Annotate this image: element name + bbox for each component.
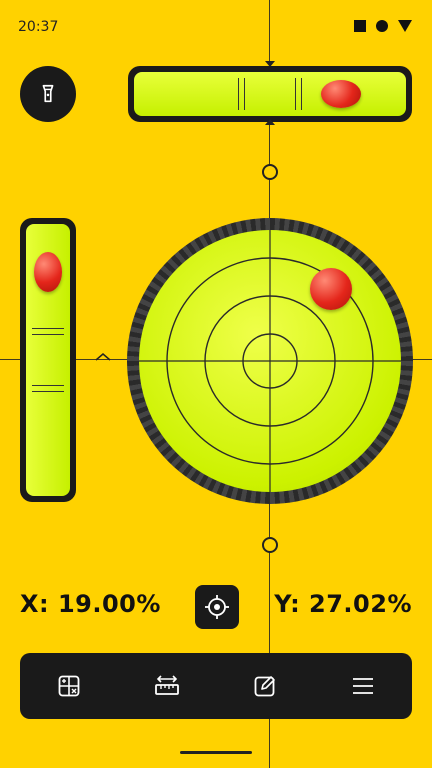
bullseye-level <box>139 230 401 492</box>
x-readout: X: 19.00% <box>20 590 161 618</box>
status-icons <box>354 20 412 32</box>
menu-icon <box>353 678 373 694</box>
level-tick <box>295 78 296 110</box>
vertical-level-tube <box>26 224 70 496</box>
horizontal-bubble <box>320 80 361 108</box>
vertical-level <box>20 218 76 502</box>
level-tick <box>32 391 64 392</box>
level-tick <box>238 78 239 110</box>
edit-icon <box>254 676 275 697</box>
top-ring-marker <box>262 164 278 180</box>
ruler-button[interactable] <box>143 662 191 710</box>
horizontal-level <box>128 66 412 122</box>
status-time: 20:37 <box>18 19 59 35</box>
triangle-icon <box>398 20 412 32</box>
level-tick <box>32 385 64 386</box>
level-tick <box>244 78 245 110</box>
edit-button[interactable] <box>241 662 289 710</box>
crosshair-icon <box>205 595 229 619</box>
guide-caret-icon <box>265 61 275 67</box>
navigation-handle[interactable] <box>180 751 252 754</box>
ruler-icon <box>155 675 179 695</box>
circle-icon <box>376 20 388 32</box>
bullseye-bubble <box>309 267 352 310</box>
bottom-toolbar <box>20 653 412 719</box>
vertical-bubble <box>34 252 62 293</box>
horizontal-level-tube <box>134 72 406 116</box>
level-caret-icon <box>95 353 111 361</box>
calculator-icon <box>58 675 80 697</box>
bottom-ring-marker <box>262 537 278 553</box>
flashlight-icon <box>42 84 54 103</box>
y-readout: Y: 27.02% <box>274 590 412 618</box>
level-tick <box>301 78 302 110</box>
level-tick <box>32 328 64 329</box>
guide-caret-icon <box>265 119 275 125</box>
bullseye-rings <box>139 230 401 492</box>
menu-button[interactable] <box>339 662 387 710</box>
calculator-button[interactable] <box>45 662 93 710</box>
level-tick <box>32 334 64 335</box>
calibrate-button[interactable] <box>195 585 239 629</box>
status-bar: 20:37 <box>0 0 432 56</box>
square-icon <box>354 20 366 32</box>
flashlight-button[interactable] <box>20 66 76 122</box>
